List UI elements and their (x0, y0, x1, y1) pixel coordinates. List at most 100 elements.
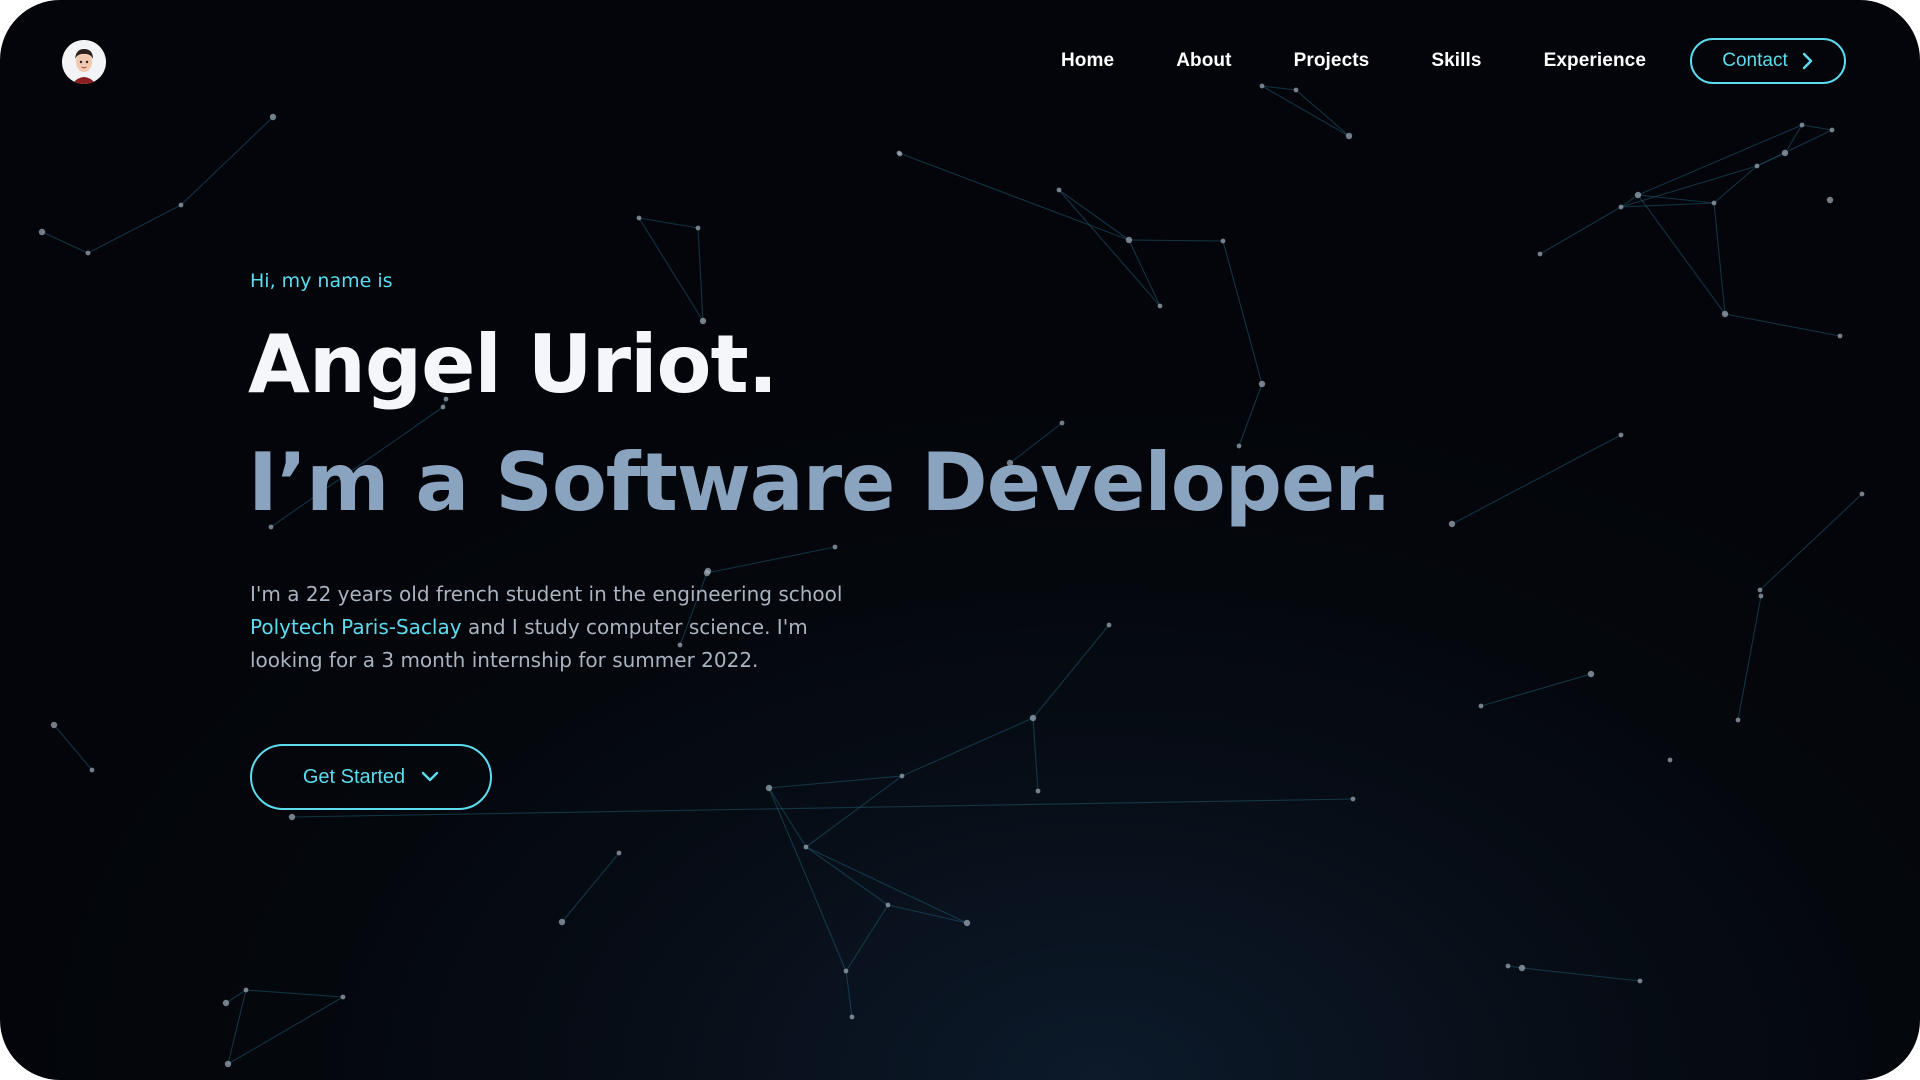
network-node (1035, 788, 1041, 794)
top-navigation: Home About Projects Skills Experience Co… (1061, 38, 1846, 84)
network-node (1345, 132, 1353, 140)
hero-bio: I'm a 22 years old french student in the… (250, 578, 870, 677)
network-line (805, 775, 903, 848)
nav-link-projects[interactable]: Projects (1294, 50, 1370, 72)
contact-button[interactable]: Contact (1690, 38, 1846, 84)
network-line (53, 724, 93, 771)
network-line (1756, 129, 1833, 167)
network-node (1505, 963, 1511, 969)
network-line (1521, 967, 1641, 982)
network-node (1293, 87, 1299, 93)
network-line (1295, 89, 1350, 137)
network-node (1258, 380, 1266, 388)
network-node (222, 999, 230, 1007)
network-node (1618, 204, 1624, 210)
network-node (224, 1060, 232, 1068)
network-node (178, 202, 184, 208)
network-line (805, 846, 889, 906)
network-node (765, 784, 773, 792)
chevron-right-icon (1802, 52, 1812, 70)
hero-greeting: Hi, my name is (250, 270, 393, 292)
network-line (1713, 202, 1726, 315)
network-line (1222, 240, 1263, 385)
get-started-button[interactable]: Get Started (250, 744, 492, 810)
network-node (1059, 420, 1065, 426)
network-line (1724, 313, 1841, 337)
network-node (1781, 149, 1789, 157)
network-node (1448, 520, 1456, 528)
network-line (1032, 717, 1039, 792)
avatar-logo-icon[interactable] (62, 40, 106, 84)
network-node (89, 767, 95, 773)
network-line (768, 787, 847, 972)
network-node (1106, 622, 1112, 628)
network-node (1711, 200, 1717, 206)
hero-name: Angel Uriot. (248, 318, 778, 411)
nav-link-home[interactable]: Home (1061, 50, 1114, 72)
page-frame: Home About Projects Skills Experience Co… (0, 0, 1920, 1080)
network-line (1480, 673, 1592, 707)
network-node (1837, 333, 1843, 339)
network-node (832, 544, 838, 550)
bio-text-start: I'm a 22 years old french student in the… (250, 582, 843, 606)
nav-link-skills[interactable]: Skills (1431, 50, 1481, 72)
network-node (1056, 187, 1062, 193)
network-node (1518, 964, 1526, 972)
network-node (1826, 196, 1834, 204)
network-line (1620, 202, 1715, 208)
network-node (1350, 796, 1356, 802)
network-node (1029, 714, 1037, 722)
network-line (561, 852, 620, 923)
network-node (38, 228, 46, 236)
chevron-down-icon (421, 771, 439, 782)
network-node (803, 844, 809, 850)
network-line (1759, 493, 1863, 591)
network-node (704, 567, 712, 575)
get-started-label: Get Started (302, 765, 406, 788)
network-node (1478, 703, 1484, 709)
network-line (805, 846, 968, 924)
network-line (245, 989, 344, 998)
network-node (636, 215, 642, 221)
network-node (1667, 757, 1673, 763)
network-line (1058, 189, 1130, 241)
network-line (1539, 206, 1622, 255)
network-node (1754, 163, 1760, 169)
network-node (1799, 122, 1805, 128)
network-node (1757, 587, 1763, 593)
network-node (1220, 238, 1226, 244)
network-line (1737, 595, 1762, 721)
network-node (85, 250, 91, 256)
network-node (843, 968, 849, 974)
network-line (1801, 124, 1833, 131)
network-node (1125, 236, 1133, 244)
network-line (1032, 624, 1110, 719)
network-node (340, 994, 346, 1000)
network-node (1259, 83, 1265, 89)
network-node (50, 721, 58, 729)
network-node (1537, 251, 1543, 257)
network-line (901, 717, 1034, 777)
network-node (1157, 303, 1163, 309)
school-link[interactable]: Polytech Paris-Saclay (250, 615, 462, 639)
network-node (963, 919, 971, 927)
network-node (243, 987, 249, 993)
network-node (695, 225, 701, 231)
network-node (1859, 491, 1865, 497)
network-node (288, 813, 296, 821)
network-node (1637, 978, 1643, 984)
network-line (41, 231, 89, 254)
nav-link-about[interactable]: About (1176, 50, 1231, 72)
network-node (885, 902, 891, 908)
contact-button-label: Contact (1722, 50, 1788, 71)
network-line (87, 204, 182, 254)
network-node (1735, 717, 1741, 723)
network-line (1451, 434, 1622, 525)
network-line (227, 989, 247, 1065)
network-node (616, 850, 622, 856)
nav-link-experience[interactable]: Experience (1544, 50, 1646, 72)
network-line (887, 904, 968, 924)
network-node (269, 113, 277, 121)
network-line (1261, 85, 1350, 137)
network-line (845, 970, 853, 1018)
